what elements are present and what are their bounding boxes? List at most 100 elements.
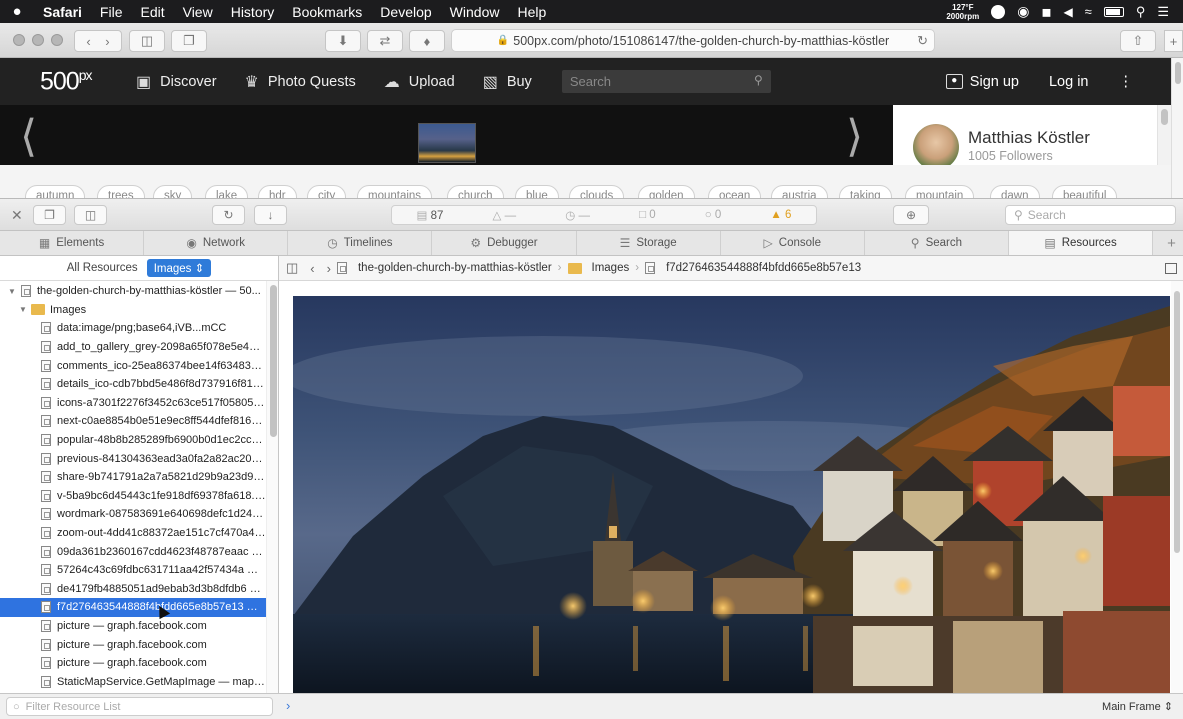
next-photo-arrow-icon[interactable]: ⟩ [846,111,863,162]
nav-upload[interactable]: ☁ Upload [384,72,455,92]
tag-chip[interactable]: dawn [990,185,1040,198]
resource-item[interactable]: comments_ico-25ea86374bee14f634834... [0,356,266,375]
page-scrollbar[interactable] [1171,58,1183,198]
resource-item[interactable]: popular-48b8b285289fb6900b0d1ec2ccb... [0,431,266,450]
close-inspector-icon[interactable]: ✕ [11,207,23,224]
menu-file[interactable]: File [91,4,132,20]
tag-chip[interactable]: ocean [708,185,762,198]
tag-chip[interactable]: beautiful [1052,185,1118,198]
resource-item[interactable]: data:image/png;base64,iVB...mCC [0,319,266,338]
sidebar-scrollbar[interactable] [266,281,278,693]
reload-icon[interactable]: ↻ [917,33,928,49]
filter-resource-input[interactable]: ○ Filter Resource List [6,697,273,716]
scope-all-resources[interactable]: All Resources [67,262,138,274]
resource-item[interactable]: picture — graph.facebook.com [0,654,266,673]
forward-arrow-icon[interactable]: › [327,261,331,276]
resource-item[interactable]: zoom-out-4dd41c88372ae151c7cf470a4f4... [0,524,266,543]
menu-help[interactable]: Help [508,4,555,20]
image-scroll-thumb[interactable] [1174,291,1180,553]
new-tab-button[interactable]: + [1164,30,1183,52]
log-in-link[interactable]: Log in [1049,74,1089,90]
tag-chip[interactable]: taking [839,185,892,198]
tab-network[interactable]: ◉ Network [144,231,289,255]
back-icon[interactable]: ‹ [86,34,90,49]
console-prompt-icon[interactable]: › [286,698,290,713]
undock-button[interactable]: ❐ [33,205,66,225]
back-arrow-icon[interactable]: ‹ [310,261,314,276]
tag-chip[interactable]: clouds [569,185,625,198]
tag-chip[interactable]: mountains [357,185,433,198]
page-scroll-thumb[interactable] [1175,62,1181,84]
sidebar-scroll-thumb[interactable] [270,285,277,437]
menu-history[interactable]: History [222,4,284,20]
breadcrumb-image[interactable]: f7d276463544888f4bfdd665e8b57e13 [645,262,861,274]
minimize-window-button[interactable] [32,34,44,46]
error-count[interactable]: ○ 0 [705,209,722,221]
previous-photo-arrow-icon[interactable]: ⟨ [20,111,37,162]
sidebar-toggle-button[interactable]: ◫ [129,30,165,52]
tag-chip[interactable]: sky [153,185,193,198]
close-window-button[interactable] [13,34,25,46]
tab-console[interactable]: ▷ Console [721,231,865,255]
tag-chip[interactable]: lake [205,185,249,198]
menu-safari[interactable]: Safari [34,4,91,20]
resource-item[interactable]: 57264c43c69fdbc631711aa42f57434a — ... [0,561,266,580]
resource-item[interactable]: picture — graph.facebook.com [0,617,266,636]
tab-timelines[interactable]: ◷ Timelines [288,231,433,255]
tag-chip[interactable]: golden [638,185,695,198]
frame-selector[interactable]: Main Frame ⇕ [1102,700,1173,713]
site-search-input[interactable]: Search ⚲ [561,70,771,93]
tree-root-document[interactable]: ▼ the-golden-church-by-matthias-köstler … [0,282,266,301]
resource-item[interactable]: previous-841304363ead3a0fa2a82ac202... [0,449,266,468]
tag-chip[interactable]: church [447,185,504,198]
reload-page-button[interactable]: ↻ [212,205,245,225]
tab-search[interactable]: ⚲ Search [865,231,1009,255]
load-time[interactable]: ◷ — [565,208,590,222]
scope-images-dropdown[interactable]: Images ⇕ [146,259,212,277]
tab-debugger[interactable]: ⚙ Debugger [432,231,577,255]
menu-view[interactable]: View [174,4,222,20]
menu-develop[interactable]: Develop [371,4,440,20]
breadcrumb-document[interactable]: the-golden-church-by-matthias-köstler [336,262,552,274]
record-icon[interactable]: ◉ [1017,3,1029,20]
download-archive-button[interactable]: ↓ [254,205,287,225]
tab-resources[interactable]: ▤ Resources [1008,231,1154,255]
nav-buy[interactable]: ▧ Buy [483,72,532,92]
nav-discover[interactable]: ▣ Discover [136,72,217,92]
tab-storage[interactable]: ☰ Storage [577,231,721,255]
tag-chip[interactable]: city [307,185,347,198]
resource-item[interactable]: picture — graph.facebook.com [0,635,266,654]
author-name[interactable]: Matthias Köstler [968,128,1090,148]
volume-icon[interactable]: ◀ [1063,5,1072,19]
downloads-button[interactable]: ⬇ [325,30,361,52]
resource-item[interactable]: details_ico-cdb7bbd5e486f8d737916f819... [0,375,266,394]
log-count[interactable]: □ 0 [639,209,656,221]
site-logo[interactable]: 500px [0,67,136,96]
resource-item[interactable]: share-9b741791a2a7a5821d29b9a23d92b... [0,468,266,487]
nav-photo-quests[interactable]: ♛ Photo Quests [245,72,356,92]
resource-item[interactable]: StaticMapService.GetMapImage — maps.g... [0,673,266,692]
menu-edit[interactable]: Edit [131,4,173,20]
dock-side-button[interactable]: ◫ [74,205,107,225]
author-card-scrollbar[interactable] [1157,105,1171,165]
warning-count[interactable]: ▲ 6 [770,209,791,221]
notification-center-icon[interactable]: ☰ [1157,4,1169,20]
details-sidebar-toggle-icon[interactable] [1165,262,1177,274]
inspector-search-input[interactable]: ⚲ Search [1005,205,1176,225]
reader-button[interactable]: ♦ [409,30,445,52]
tag-chip[interactable]: autumn [25,185,86,198]
tag-chip[interactable]: austria [771,185,828,198]
resource-count[interactable]: ▤ 87 [417,208,444,222]
author-avatar[interactable] [913,124,959,170]
navigation-sidebar-toggle-icon[interactable]: ◫ [286,260,298,276]
spotlight-search-icon[interactable]: ⚲ [1136,4,1146,20]
extension-button[interactable]: ⇄ [367,30,403,52]
address-bar[interactable]: 🔒 500px.com/photo/151086147/the-golden-c… [451,29,935,52]
stop-icon[interactable]: ◼ [1041,5,1051,19]
status-dot-icon[interactable] [991,4,1006,19]
wifi-icon[interactable]: ≈ [1085,4,1092,19]
inspect-element-button[interactable]: ⊕ [893,205,929,225]
menu-window[interactable]: Window [441,4,509,20]
load-size[interactable]: △ — [493,208,517,222]
tag-chip[interactable]: trees [97,185,145,198]
